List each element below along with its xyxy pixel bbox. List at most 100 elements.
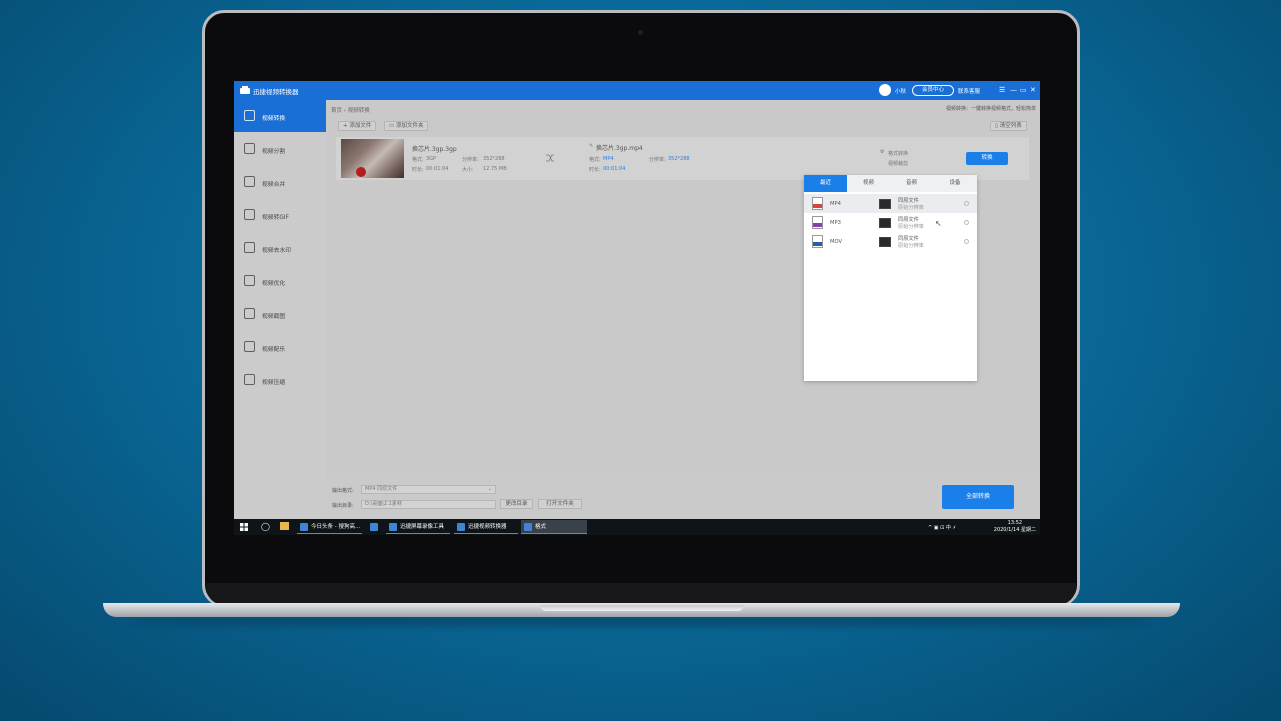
page-tip: 视频转换：一键转换视频格式，轻松简单 (945, 106, 1036, 112)
folder-icon: ▭ (389, 123, 396, 129)
format-quality: 同原文件 (898, 217, 919, 223)
target-filename[interactable]: 换芯片.3gp.mp4 (596, 143, 643, 152)
output-format-select[interactable]: MP4 同原文件 ⌄ (361, 485, 496, 494)
minimize-icon[interactable]: — (1010, 86, 1017, 94)
user-name[interactable]: 小秋 (895, 87, 906, 95)
convert-button[interactable]: 转换 (966, 152, 1008, 165)
split-icon (244, 143, 255, 154)
mp4-file-icon (812, 197, 823, 210)
output-bar: 输出格式: MP4 同原文件 ⌄ 输出目录: D:\桌面\2.1素材 更改目录 … (326, 478, 1040, 519)
tgt-resolution-label: 分辨率: (649, 157, 666, 163)
screenshot-icon (244, 308, 255, 319)
tab-video[interactable]: 视频 (847, 175, 890, 192)
contact-support-link[interactable]: 联系客服 (958, 87, 980, 95)
main-panel: 首页 › 视频转换 视频转换：一键转换视频格式，轻松简单 + 添加文件 ▭ 添加… (326, 100, 1040, 519)
add-folder-button[interactable]: ▭ 添加文件夹 (384, 121, 429, 131)
clear-list-button[interactable]: ▯ 清空列表 (990, 121, 1027, 131)
taskbar-label: 迅捷屏幕录像工具 (400, 524, 445, 530)
taskbar-browser[interactable]: 今日头条 - 搜狗高... (297, 520, 362, 534)
clear-list-label: 清空列表 (999, 123, 1022, 129)
tab-device[interactable]: 设备 (933, 175, 977, 192)
film-icon (879, 237, 891, 247)
format-radio[interactable] (964, 239, 969, 244)
edit-name-icon[interactable]: ✎ (589, 143, 593, 149)
tgt-format[interactable]: MP4 (603, 156, 614, 162)
sidebar-item-video-split[interactable]: 视频分割 (234, 133, 326, 165)
taskbar-label: 今日头条 - 搜狗高... (311, 524, 361, 530)
tab-audio[interactable]: 音频 (890, 175, 933, 192)
sidebar-item-video-convert[interactable]: 视频转换 (234, 100, 326, 132)
tgt-duration-label: 时长: (589, 167, 601, 173)
mouse-cursor-icon: ↖ (935, 219, 942, 228)
output-dir-input[interactable]: D:\桌面\2.1素材 (361, 500, 496, 509)
close-icon[interactable]: ✕ (1030, 86, 1036, 94)
src-duration-label: 时长: (412, 167, 424, 173)
thumbnail-detail (356, 167, 366, 177)
sidebar-item-video-compress[interactable]: 视频压缩 (234, 364, 326, 396)
taskbar-format[interactable]: 格式 (521, 520, 587, 534)
mov-file-icon (812, 235, 823, 248)
sidebar-item-label: 视频转换 (262, 116, 286, 122)
laptop-bezel (206, 583, 1076, 605)
clock-time: 13:52 (1007, 520, 1023, 526)
film-icon (879, 218, 891, 228)
converter-icon (457, 523, 465, 531)
file-item: 换芯片.3gp.3gp 格式: 3GP 分辨率: 352*288 时长: 00:… (336, 137, 1029, 180)
taskbar-app[interactable] (367, 520, 381, 534)
settings-icon[interactable]: ⚙ (880, 149, 884, 155)
vip-center-button[interactable]: 会员中心 (912, 85, 954, 96)
breadcrumb[interactable]: 首页 › 视频转换 (331, 106, 370, 114)
system-tray[interactable]: ^ ▣ ⊡ 中 ⚡ (928, 524, 956, 531)
sidebar-item-video-merge[interactable]: 视频合并 (234, 166, 326, 198)
format-name: MP3 (830, 220, 841, 226)
sidebar-item-video-optimize[interactable]: 视频优化 (234, 265, 326, 297)
format-name: MOV (830, 239, 843, 245)
format-resolution: 原始分辨率 (898, 243, 924, 249)
compress-icon (244, 374, 255, 385)
webcam (638, 30, 643, 35)
video-crop-link[interactable]: 视频裁剪 (888, 160, 908, 167)
windows-start-icon[interactable] (240, 523, 248, 531)
format-radio[interactable] (964, 220, 969, 225)
src-format-label: 格式: (412, 157, 424, 163)
music-icon (244, 341, 255, 352)
format-quality: 同原文件 (898, 236, 919, 242)
taskbar-label: 格式 (535, 524, 547, 530)
sidebar-item-label: 视频截图 (262, 314, 286, 320)
change-dir-button[interactable]: 更改目录 (500, 499, 533, 509)
system-clock[interactable]: 13:52 2020/1/14 星期二 (994, 520, 1036, 534)
open-folder-button[interactable]: 打开文件夹 (538, 499, 582, 509)
sidebar-item-label: 视频优化 (262, 281, 286, 287)
taskbar-video-converter[interactable]: 迅捷视频转换器 (454, 520, 518, 534)
user-avatar-icon[interactable] (879, 84, 891, 96)
file-explorer-icon[interactable] (280, 522, 289, 530)
taskbar-screen-recorder[interactable]: 迅捷屏幕录像工具 (386, 520, 450, 534)
merge-icon (244, 176, 255, 187)
sidebar-item-video-screenshot[interactable]: 视频截图 (234, 298, 326, 330)
sidebar-item-video-gif[interactable]: 视频转GIF (234, 199, 326, 231)
optimize-icon (244, 275, 255, 286)
format-row-mp3[interactable]: MP3 同原文件 原始分辨率 ↖ (804, 213, 977, 232)
src-resolution: 352*288 (483, 156, 505, 162)
video-thumbnail[interactable] (341, 139, 404, 178)
format-radio[interactable] (964, 201, 969, 206)
format-convert-link[interactable]: 格式转换 (888, 150, 908, 157)
sidebar: 视频转换 视频分割 视频合并 视频转GIF 视频去水印 视频优化 视频截图 视频… (234, 100, 326, 519)
add-file-button[interactable]: + 添加文件 (338, 121, 377, 131)
tab-recent[interactable]: 最近 (804, 175, 847, 192)
add-file-label: 添加文件 (349, 123, 372, 129)
convert-all-button[interactable]: 全部转换 (942, 485, 1014, 509)
maximize-icon[interactable]: ▭ (1020, 86, 1027, 94)
sidebar-item-label: 视频配乐 (262, 347, 286, 353)
sidebar-item-label: 视频去水印 (262, 248, 291, 254)
menu-icon[interactable]: ☰ (999, 86, 1005, 94)
sidebar-item-video-music[interactable]: 视频配乐 (234, 331, 326, 363)
sidebar-item-remove-watermark[interactable]: 视频去水印 (234, 232, 326, 264)
tgt-resolution[interactable]: 352*288 (668, 156, 690, 162)
film-icon (879, 199, 891, 209)
shuffle-arrow-icon (546, 154, 554, 162)
search-icon[interactable]: ◯ (261, 522, 270, 531)
src-size: 12.75 MB (483, 166, 507, 172)
format-row-mov[interactable]: MOV 同原文件 原始分辨率 (804, 232, 977, 251)
format-row-mp4[interactable]: MP4 同原文件 原始分辨率 (804, 194, 977, 213)
